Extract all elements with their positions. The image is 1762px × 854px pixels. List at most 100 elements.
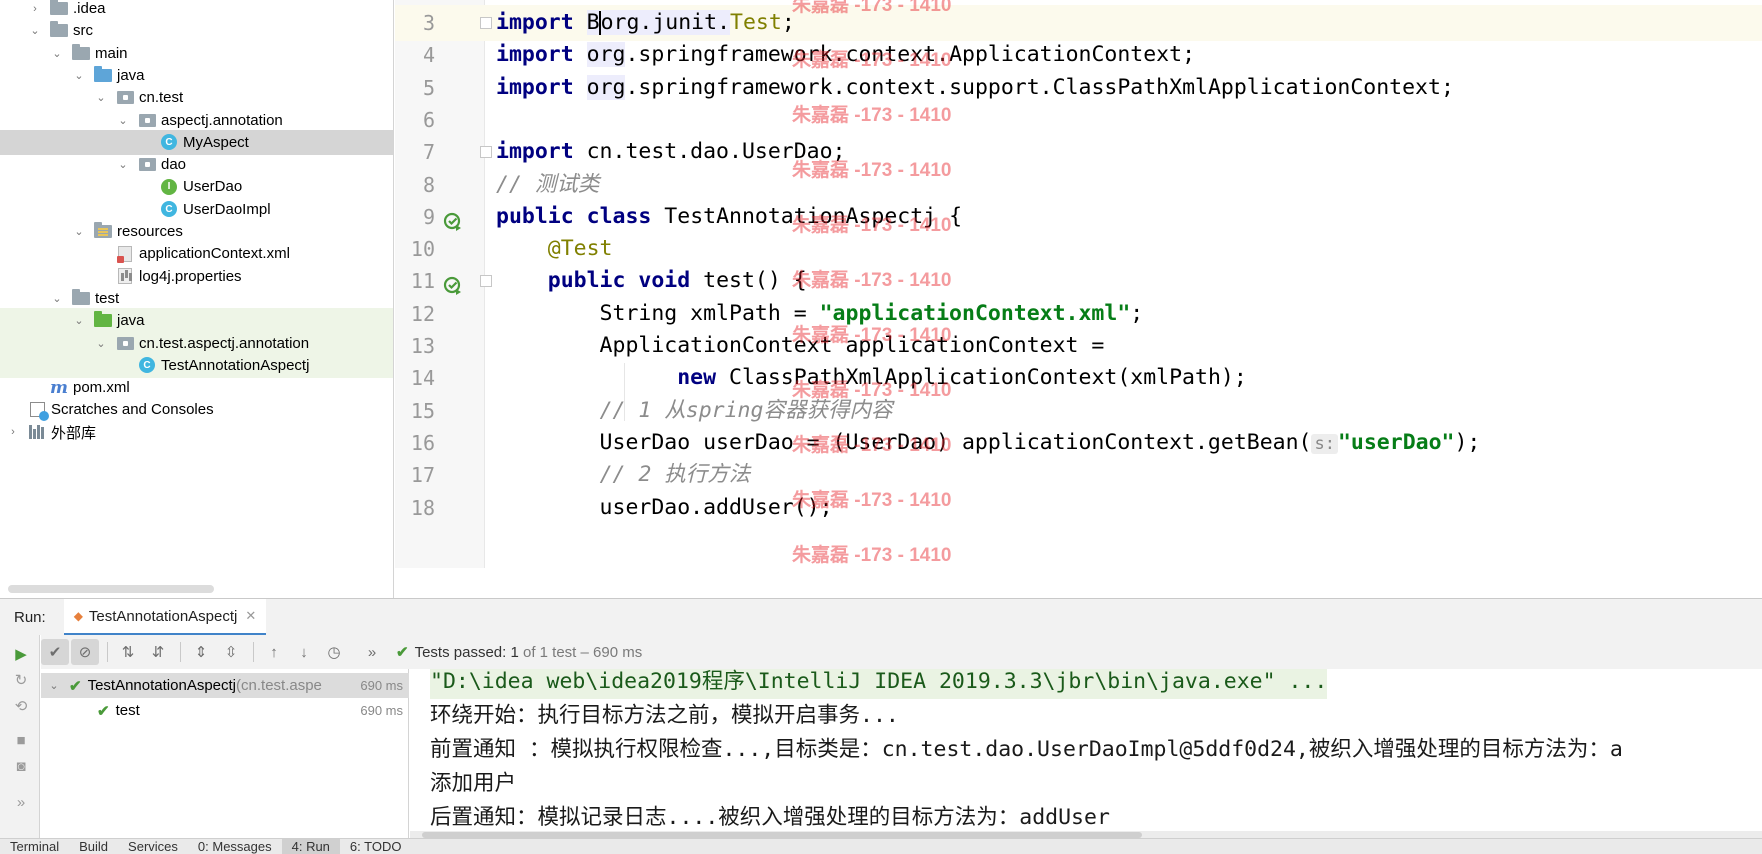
package-icon	[116, 90, 134, 106]
tree-item[interactable]: C TestAnnotationAspectj	[0, 352, 393, 378]
code-line[interactable]: 6	[395, 102, 1762, 138]
toggle-auto-test-icon[interactable]: ⟲	[12, 697, 30, 715]
tree-item[interactable]: m pom.xml	[0, 375, 393, 400]
console-output[interactable]: "D:\idea web\idea2019程序\IntelliJ IDEA 20…	[410, 669, 1762, 839]
chevron-right-icon[interactable]: ›	[28, 2, 42, 16]
tree-item[interactable]: ⌄ java	[0, 63, 393, 88]
rerun-failed-icon[interactable]: ↻	[12, 671, 30, 689]
code-line[interactable]: 7 import cn.test.dao.UserDao;	[395, 134, 1762, 170]
tree-item[interactable]: applicationContext.xml	[0, 241, 393, 266]
chevron-down-icon[interactable]: ⌄	[50, 46, 64, 60]
tool-window-button[interactable]: Terminal	[0, 839, 69, 854]
chevron-down-icon[interactable]: ⌄	[116, 113, 130, 127]
tree-item[interactable]: › 外部库	[0, 420, 393, 445]
sort-alpha-icon[interactable]: ⇅	[114, 639, 142, 665]
tree-item[interactable]: ⌄ aspectj.annotation	[0, 108, 393, 133]
code-line[interactable]: 13 ApplicationContext applicationContext…	[395, 328, 1762, 364]
chevron-down-icon[interactable]: ⌄	[72, 314, 86, 328]
project-horizontal-scrollbar[interactable]	[8, 585, 214, 593]
previous-test-icon[interactable]: ↑	[260, 639, 288, 665]
tree-item[interactable]: C UserDaoImpl	[0, 197, 393, 222]
fold-icon[interactable]	[480, 146, 492, 159]
code-line[interactable]: 4 import org.springframework.context.Appl…	[395, 37, 1762, 73]
run-tab[interactable]: ◆ TestAnnotationAspectj ✕	[63, 599, 267, 635]
code-editor[interactable]: 3 import Borg.junit.Test; 4 import org.spri…	[395, 0, 1762, 568]
tool-window-button[interactable]: Build	[69, 839, 118, 854]
chevron-down-icon[interactable]: ⌄	[50, 291, 64, 305]
code-text: import org.springframework.context.suppo…	[496, 70, 1454, 106]
rerun-icon[interactable]: ▶	[12, 645, 30, 663]
tree-item[interactable]: ⌄ java	[0, 308, 393, 334]
camera-icon[interactable]: ◙	[12, 757, 30, 775]
line-number: 5	[422, 75, 435, 100]
tool-window-button[interactable]: Services	[118, 839, 188, 854]
code-line[interactable]: 11 public void test() {	[395, 263, 1762, 299]
code-line[interactable]: 14 new ClassPathXmlApplicationContext(xm…	[395, 360, 1762, 396]
test-tree-item[interactable]: ✔ test 690 ms	[41, 698, 409, 723]
collapse-all-icon[interactable]: ⇳	[217, 639, 245, 665]
code-token: .springframework.context.support.ClassPa…	[625, 74, 1454, 100]
line-number: 17	[410, 463, 435, 488]
code-token: org	[586, 42, 626, 68]
run-test-icon[interactable]	[443, 271, 463, 296]
stop-icon[interactable]: ■	[12, 731, 30, 749]
tool-window-button[interactable]: 4: Run	[281, 839, 340, 854]
fold-icon[interactable]	[480, 17, 492, 29]
fold-icon[interactable]	[480, 275, 492, 288]
chevron-down-icon[interactable]: ⌄	[72, 225, 86, 239]
code-line[interactable]: 9 public class TestAnnotationAspectj {	[395, 199, 1762, 235]
tool-window-button[interactable]: 0: Messages	[188, 839, 282, 854]
test-history-icon[interactable]: ◷	[320, 639, 348, 665]
tree-item[interactable]: ⌄ cn.test.aspectj.annotation	[0, 330, 393, 356]
tree-item[interactable]: ⌄ src	[0, 18, 393, 43]
tree-item[interactable]: log4j.properties	[0, 264, 393, 289]
expand-all-icon[interactable]: ⇕	[187, 639, 215, 665]
chevron-down-icon[interactable]: ⌄	[72, 68, 86, 82]
tree-item[interactable]: Scratches and Consoles	[0, 397, 393, 422]
more-icon[interactable]: »	[358, 639, 386, 665]
show-passed-icon[interactable]: ✔	[41, 639, 69, 665]
test-tree-item[interactable]: ⌄ ✔ TestAnnotationAspectj (cn.test.aspe 690…	[41, 673, 409, 698]
chevron-down-icon[interactable]: ⌄	[28, 24, 42, 38]
code-token: s:	[1311, 433, 1338, 454]
code-token: String xmlPath =	[496, 300, 820, 326]
tree-item[interactable]: I UserDao	[0, 174, 393, 199]
chevron-down-icon[interactable]: ⌄	[116, 158, 130, 172]
code-line[interactable]: 15 // 1 从spring容器获得内容	[395, 393, 1762, 429]
tree-item-label: aspectj.annotation	[161, 111, 283, 129]
sort-duration-icon[interactable]: ⇵	[144, 639, 172, 665]
tool-window-button[interactable]: 6: TODO	[340, 839, 412, 854]
code-text: public void test() {	[496, 263, 807, 299]
tree-item[interactable]: ⌄ test	[0, 286, 393, 311]
tree-item-label: dao	[161, 156, 187, 174]
code-line[interactable]: 3 import Borg.junit.Test;	[395, 5, 1762, 41]
code-line[interactable]: 10 @Test	[395, 231, 1762, 267]
tree-item[interactable]: ⌄ main	[0, 41, 393, 66]
tree-item[interactable]: ⌄ resources	[0, 219, 393, 244]
more-icon[interactable]: »	[12, 793, 30, 811]
code-line[interactable]: 8 // 测试类	[395, 167, 1762, 203]
code-line[interactable]: 5 import org.springframework.context.supp…	[395, 70, 1762, 106]
code-token: Test	[730, 10, 782, 35]
chevron-down-icon[interactable]: ⌄	[94, 336, 108, 350]
interface-icon: I	[160, 178, 178, 195]
close-icon[interactable]: ✕	[245, 608, 256, 624]
tree-item-label: TestAnnotationAspectj	[161, 356, 310, 374]
code-line[interactable]: 17 // 2 执行方法	[395, 457, 1762, 493]
code-line[interactable]: 12 String xmlPath = "applicationContext.…	[395, 296, 1762, 332]
tree-item[interactable]: ⌄ cn.test	[0, 85, 393, 110]
tree-item[interactable]: C MyAspect	[0, 129, 393, 155]
chevron-right-icon[interactable]: ›	[6, 425, 20, 439]
class-icon: C	[138, 357, 156, 374]
code-line[interactable]: 16 UserDao userDao = (UserDao) applicati…	[395, 425, 1762, 461]
chevron-down-icon[interactable]: ⌄	[47, 679, 61, 693]
show-ignored-icon[interactable]: ⊘	[71, 639, 99, 665]
tree-item[interactable]: ⌄ dao	[0, 152, 393, 177]
run-test-icon[interactable]	[443, 207, 463, 231]
next-test-icon[interactable]: ↓	[290, 639, 318, 665]
chevron-down-icon[interactable]: ⌄	[94, 91, 108, 105]
code-line[interactable]: 18 userDao.addUser();	[395, 490, 1762, 526]
